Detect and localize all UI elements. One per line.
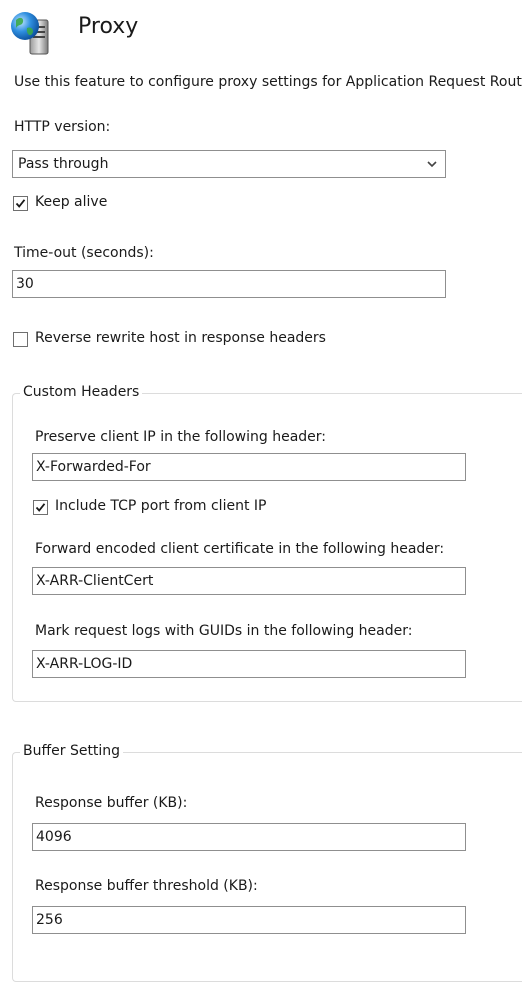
timeout-input[interactable]: 30 — [12, 270, 446, 298]
response-buffer-threshold-label: Response buffer threshold (KB): — [35, 878, 258, 894]
response-buffer-input[interactable]: 4096 — [32, 823, 466, 851]
buffer-setting-legend: Buffer Setting — [20, 743, 124, 759]
include-tcp-port-checkbox[interactable] — [33, 500, 48, 515]
page-description: Use this feature to configure proxy sett… — [14, 74, 522, 90]
reverse-rewrite-checkbox[interactable] — [13, 332, 28, 347]
http-version-selected-value: Pass through — [18, 156, 109, 172]
page-title: Proxy — [78, 14, 139, 39]
buffer-setting-group — [12, 752, 522, 982]
response-buffer-value: 4096 — [36, 829, 72, 845]
response-buffer-threshold-value: 256 — [36, 912, 63, 928]
response-buffer-label: Response buffer (KB): — [35, 795, 188, 811]
timeout-value: 30 — [16, 276, 34, 292]
checkmark-icon — [15, 199, 26, 208]
keep-alive-checkbox[interactable] — [13, 196, 28, 211]
timeout-label: Time-out (seconds): — [14, 245, 154, 261]
client-cert-label: Forward encoded client certificate in th… — [35, 541, 445, 557]
client-cert-input[interactable]: X-ARR-ClientCert — [32, 567, 466, 595]
custom-headers-legend: Custom Headers — [20, 384, 143, 400]
http-version-select[interactable]: Pass through — [12, 150, 446, 178]
http-version-label: HTTP version: — [14, 119, 111, 135]
chevron-down-icon — [425, 157, 439, 171]
preserve-ip-input[interactable]: X-Forwarded-For — [32, 453, 466, 481]
preserve-ip-label: Preserve client IP in the following head… — [35, 429, 327, 445]
preserve-ip-value: X-Forwarded-For — [36, 459, 151, 475]
keep-alive-label: Keep alive — [35, 194, 108, 210]
checkmark-icon — [35, 503, 46, 512]
reverse-rewrite-label: Reverse rewrite host in response headers — [35, 330, 326, 346]
log-guid-input[interactable]: X-ARR-LOG-ID — [32, 650, 466, 678]
log-guid-label: Mark request logs with GUIDs in the foll… — [35, 623, 413, 639]
client-cert-value: X-ARR-ClientCert — [36, 573, 154, 589]
globe-server-icon — [8, 10, 54, 56]
response-buffer-threshold-input[interactable]: 256 — [32, 906, 466, 934]
log-guid-value: X-ARR-LOG-ID — [36, 656, 133, 672]
include-tcp-port-label: Include TCP port from client IP — [55, 498, 267, 514]
